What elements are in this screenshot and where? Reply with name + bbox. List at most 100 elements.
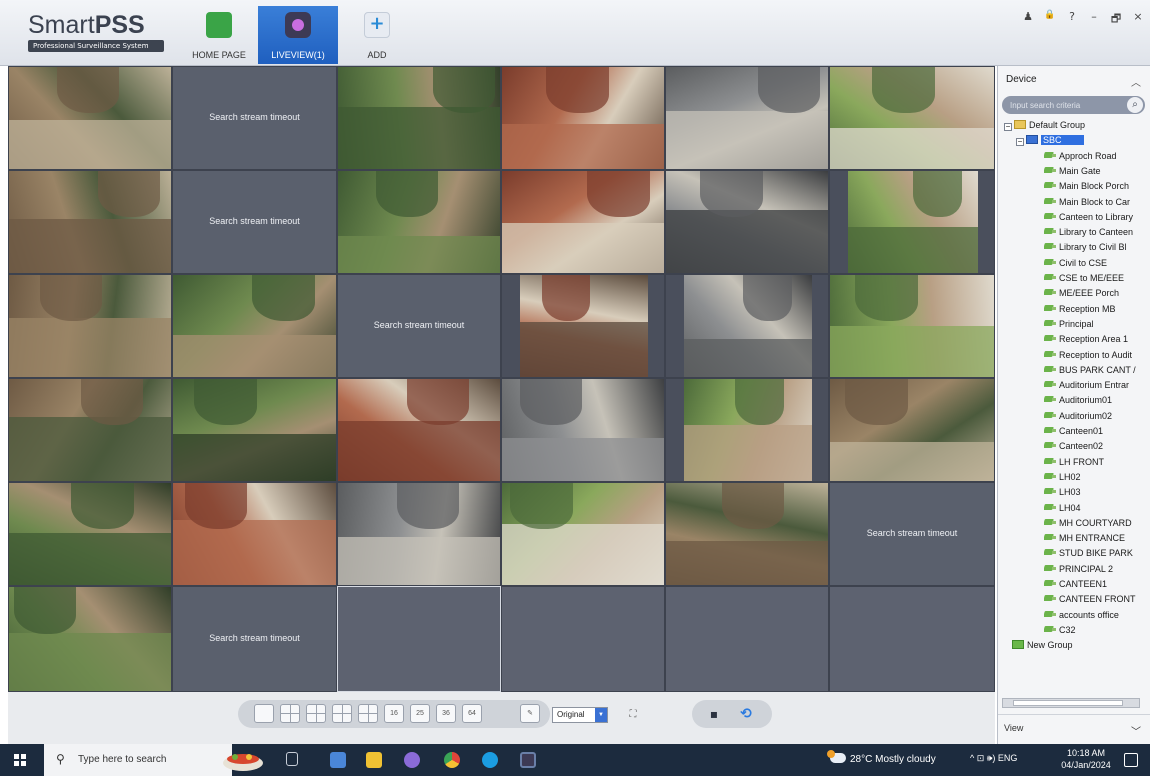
tree-channel[interactable]: Reception MB — [1044, 302, 1149, 317]
video-window[interactable] — [8, 482, 172, 586]
tree-channel[interactable]: Canteen to Library — [1044, 210, 1149, 225]
tree-channel[interactable]: Reception Area 1 — [1044, 332, 1149, 347]
split-layout-button[interactable]: 36 — [436, 704, 456, 723]
app-icon-1[interactable] — [330, 752, 346, 768]
video-window[interactable] — [172, 482, 337, 586]
fullscreen-icon[interactable]: ⛶ — [624, 706, 642, 724]
video-window[interactable] — [829, 170, 995, 274]
video-window[interactable] — [665, 274, 829, 378]
video-window[interactable] — [8, 170, 172, 274]
video-window[interactable] — [665, 170, 829, 274]
chevron-down-icon[interactable]: ﹀ — [1131, 723, 1141, 738]
tree-channel[interactable]: Library to Civil Bl — [1044, 240, 1149, 255]
taskbar-clock[interactable]: 10:18 AM 04/Jan/2024 — [1060, 747, 1112, 771]
tree-channel[interactable]: BUS PARK CANT / — [1044, 363, 1149, 378]
video-window[interactable] — [829, 378, 995, 482]
custom-layout-icon[interactable]: ✎ — [520, 704, 540, 723]
weather-widget[interactable]: 28°C Mostly cloudy — [827, 750, 936, 765]
video-window-timeout[interactable]: Search stream timeout — [337, 274, 501, 378]
lock-icon[interactable]: 🔒 — [1044, 10, 1056, 29]
tree-channel[interactable]: Civil to CSE — [1044, 256, 1149, 271]
device-search-input[interactable] — [1010, 98, 1120, 112]
tab-add[interactable]: + ADD — [342, 6, 412, 64]
video-window[interactable] — [665, 66, 829, 170]
video-window-empty[interactable] — [665, 586, 829, 692]
tree-channel[interactable]: STUD BIKE PARK — [1044, 546, 1149, 561]
tree-channel[interactable]: Approch Road — [1044, 149, 1149, 164]
video-window[interactable] — [501, 170, 665, 274]
split-layout-button[interactable]: 25 — [410, 704, 430, 723]
chevron-up-icon[interactable]: ︿ — [1131, 74, 1141, 89]
user-icon[interactable]: ♟ — [1022, 10, 1034, 29]
video-window[interactable] — [337, 482, 501, 586]
refresh-icon[interactable]: ⟲ — [736, 704, 756, 724]
tree-device-sbc[interactable]: − SBC — [1016, 133, 1149, 148]
notification-icon[interactable] — [1124, 753, 1138, 767]
save-view-icon[interactable]: ▪ — [706, 706, 722, 722]
video-window-timeout[interactable]: Search stream timeout — [172, 586, 337, 692]
video-window[interactable] — [8, 378, 172, 482]
split-layout-button[interactable] — [306, 704, 326, 723]
tree-channel[interactable]: MH COURTYARD — [1044, 516, 1149, 531]
video-window-timeout[interactable]: Search stream timeout — [172, 66, 337, 170]
tree-channel[interactable]: C32 — [1044, 623, 1149, 638]
tree-channel[interactable]: Reception to Audit — [1044, 348, 1149, 363]
split-layout-button[interactable]: 16 — [384, 704, 404, 723]
split-layout-button[interactable] — [358, 704, 378, 723]
tree-channel[interactable]: Canteen02 — [1044, 439, 1149, 454]
video-window[interactable] — [501, 274, 665, 378]
tree-channel[interactable]: Main Block to Car — [1044, 195, 1149, 210]
search-icon[interactable]: ⌕ — [1127, 97, 1143, 113]
video-window[interactable] — [829, 274, 995, 378]
split-layout-button[interactable] — [254, 704, 274, 723]
video-window[interactable] — [501, 378, 665, 482]
browser-icon[interactable] — [404, 752, 420, 768]
restore-button[interactable]: 🗗 — [1110, 10, 1122, 29]
minimize-button[interactable]: – — [1088, 10, 1100, 29]
system-tray[interactable]: ^ ⊡ 🕪) ENG — [970, 753, 1017, 764]
video-window-empty[interactable] — [501, 586, 665, 692]
tree-channel[interactable]: CSE to ME/EEE — [1044, 271, 1149, 286]
tree-channel[interactable]: Auditorium02 — [1044, 409, 1149, 424]
tree-channel[interactable]: accounts office — [1044, 608, 1149, 623]
aspect-ratio-select[interactable]: Original ▼ — [552, 707, 608, 723]
video-window[interactable] — [8, 586, 172, 692]
tree-channel[interactable]: Auditorium01 — [1044, 393, 1149, 408]
video-window-selected[interactable] — [337, 586, 501, 692]
video-window-timeout[interactable]: Search stream timeout — [829, 482, 995, 586]
tree-channel[interactable]: Auditorium Entrar — [1044, 378, 1149, 393]
tree-group-default[interactable]: − Default Group — [1004, 118, 1149, 133]
split-layout-button[interactable] — [332, 704, 352, 723]
video-window[interactable] — [172, 378, 337, 482]
device-panel-header[interactable]: Device ︿ — [998, 66, 1150, 90]
video-window[interactable] — [8, 66, 172, 170]
video-window[interactable] — [172, 274, 337, 378]
smartpss-taskbar-icon[interactable] — [520, 752, 536, 768]
tree-channel[interactable]: MH ENTRANCE — [1044, 531, 1149, 546]
tree-channel[interactable]: LH04 — [1044, 501, 1149, 516]
horizontal-scrollbar[interactable] — [1002, 698, 1140, 708]
collapse-icon[interactable]: − — [1004, 123, 1012, 131]
collapse-icon[interactable]: − — [1016, 138, 1024, 147]
view-panel-header[interactable]: View ﹀ — [998, 714, 1150, 744]
video-window-empty[interactable] — [829, 586, 995, 692]
chrome-icon[interactable] — [444, 752, 460, 768]
video-window[interactable] — [829, 66, 995, 170]
video-window[interactable] — [337, 170, 501, 274]
tree-group-new[interactable]: New Group — [1012, 638, 1149, 653]
video-window[interactable] — [8, 274, 172, 378]
video-window-timeout[interactable]: Search stream timeout — [172, 170, 337, 274]
video-window[interactable] — [501, 66, 665, 170]
tree-channel[interactable]: ME/EEE Porch — [1044, 286, 1149, 301]
windows-start-icon[interactable] — [14, 754, 26, 766]
split-layout-button[interactable] — [280, 704, 300, 723]
task-view-icon[interactable] — [286, 752, 298, 766]
tree-channel[interactable]: Library to Canteen — [1044, 225, 1149, 240]
edge-icon[interactable] — [482, 752, 498, 768]
scrollbar-thumb[interactable] — [1013, 700, 1123, 706]
taskbar-search[interactable]: ⚲ Type here to search — [44, 744, 232, 776]
tree-channel[interactable]: Principal — [1044, 317, 1149, 332]
tree-channel[interactable]: LH02 — [1044, 470, 1149, 485]
tree-channel[interactable]: Canteen01 — [1044, 424, 1149, 439]
tree-channel[interactable]: LH FRONT — [1044, 455, 1149, 470]
